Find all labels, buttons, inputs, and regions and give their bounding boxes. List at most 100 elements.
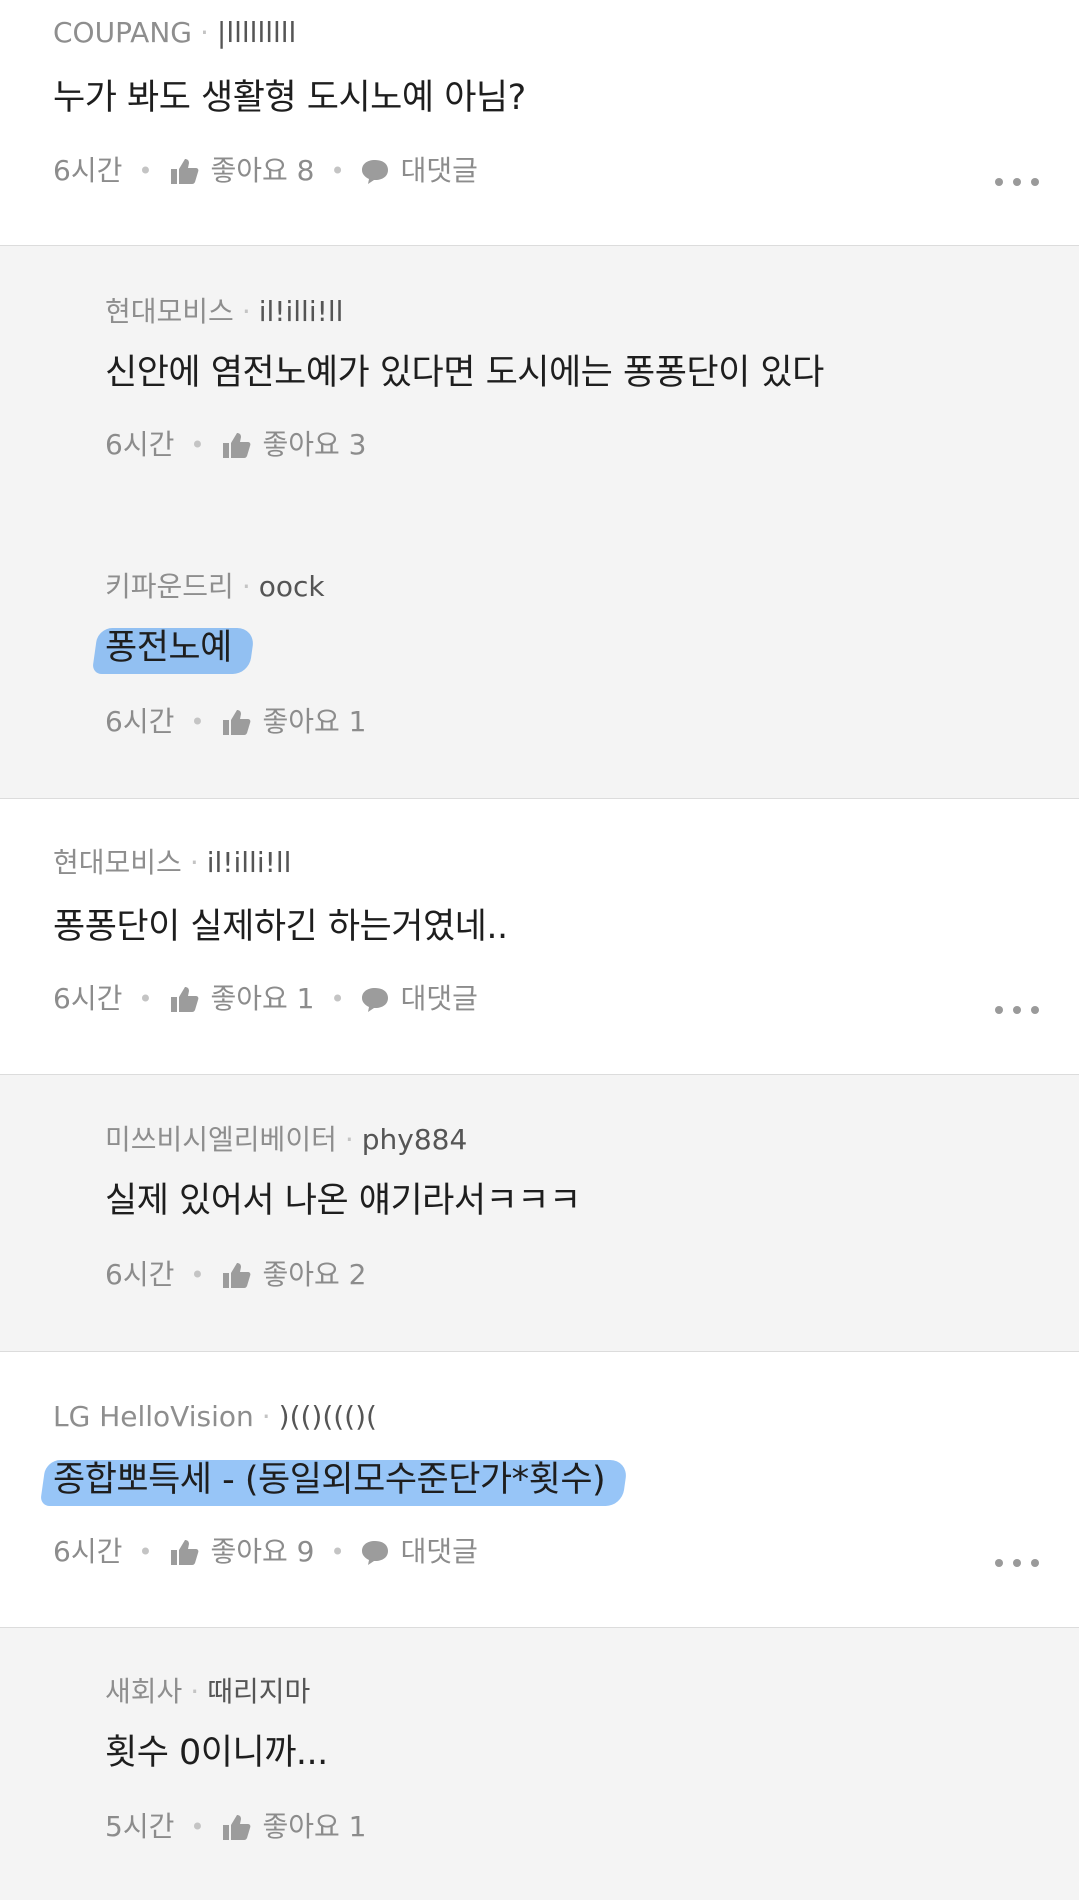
like-count: 좋아요 9 xyxy=(210,1535,315,1568)
author-company: COUPANG xyxy=(53,16,192,49)
comment-text: 실제 있어서 나온 얘기라서ㅋㅋㅋ xyxy=(105,1181,581,1221)
more-options-icon[interactable] xyxy=(995,1006,1039,1016)
comment-thread: COUPANG · |lllllllll 누가 봐도 생활형 도시노예 아님? 6시… xyxy=(0,0,1079,1900)
like-count: 좋아요 1 xyxy=(210,982,315,1015)
reply-label: 대댓글 xyxy=(400,1535,478,1568)
separator-dot: • xyxy=(138,1538,153,1566)
separator-dot: • xyxy=(330,1538,345,1566)
comment-time: 5시간 xyxy=(105,1810,175,1843)
separator-dot: • xyxy=(330,985,345,1013)
comment-item: 현대모비스 · il!illi!ll 퐁퐁단이 실제하긴 하는거였네.. 6시간 •… xyxy=(0,799,1079,1074)
thumbs-up-icon xyxy=(170,1540,198,1565)
text-highlight: 퐁전노예 xyxy=(105,628,232,668)
reply-button[interactable]: 대댓글 xyxy=(361,1535,478,1569)
comment-author[interactable]: 현대모비스 · il!illi!ll xyxy=(105,295,343,329)
like-button[interactable]: 좋아요 2 xyxy=(221,1258,367,1292)
author-nickname: oock xyxy=(258,570,325,603)
author-nickname: )(()((()( xyxy=(278,1400,377,1433)
separator-dot: • xyxy=(190,1813,205,1841)
author-nickname: il!illi!ll xyxy=(206,846,292,879)
thumbs-up-icon xyxy=(222,1263,250,1288)
separator-dot: · xyxy=(241,295,251,328)
author-nickname: |lllllllll xyxy=(216,16,297,49)
reply-button[interactable]: 대댓글 xyxy=(361,982,478,1016)
comment-item: LG HelloVision ·)(()((()( 종합뽀득세 - (동일외모수준… xyxy=(0,1352,1079,1627)
comment-actions: 6시간 • 좋아요 1 • 대댓글 xyxy=(53,982,478,1016)
thumbs-up-icon xyxy=(170,987,198,1012)
comment-time: 6시간 xyxy=(53,1535,123,1568)
like-button[interactable]: 좋아요 8 xyxy=(169,154,315,188)
reply-item: 키파운드리 · oock 퐁전노예 6시간 • 좋아요 1 xyxy=(0,522,1079,798)
separator-dot: • xyxy=(138,157,153,185)
comment-author[interactable]: 미쓰비시엘리베이터 · phy884 xyxy=(105,1123,467,1157)
author-company: 새회사 xyxy=(105,1675,183,1708)
author-company: 미쓰비시엘리베이터 xyxy=(105,1123,337,1156)
like-button[interactable]: 좋아요 1 xyxy=(169,982,315,1016)
like-button[interactable]: 좋아요 3 xyxy=(221,428,367,462)
reply-label: 대댓글 xyxy=(400,982,478,1015)
like-count: 좋아요 1 xyxy=(262,705,367,738)
like-count: 좋아요 3 xyxy=(262,428,367,461)
more-options-icon[interactable] xyxy=(995,178,1039,188)
comment-text: 종합뽀득세 - (동일외모수준단가*횟수) xyxy=(53,1458,606,1502)
thumbs-up-icon xyxy=(170,159,198,184)
like-count: 좋아요 8 xyxy=(210,154,315,187)
like-button[interactable]: 좋아요 1 xyxy=(221,1810,367,1844)
separator-dot: · xyxy=(261,1400,271,1433)
thumbs-up-icon xyxy=(222,710,250,735)
author-company: 현대모비스 xyxy=(53,846,182,879)
separator-dot: • xyxy=(190,708,205,736)
author-nickname: 때리지마 xyxy=(207,1675,311,1708)
comment-author[interactable]: 현대모비스 · il!illi!ll xyxy=(53,846,291,880)
separator-dot: · xyxy=(189,846,199,879)
author-nickname: phy884 xyxy=(361,1123,468,1156)
reply-item: 새회사 · 때리지마 횟수 0이니까... 5시간 • 좋아요 1 xyxy=(0,1628,1079,1900)
text-highlight: 종합뽀득세 - (동일외모수준단가*횟수) xyxy=(53,1460,606,1500)
reply-button[interactable]: 대댓글 xyxy=(361,154,478,188)
reply-label: 대댓글 xyxy=(400,154,478,187)
speech-bubble-icon xyxy=(361,160,388,184)
more-options-icon[interactable] xyxy=(995,1559,1039,1569)
like-count: 좋아요 2 xyxy=(262,1258,367,1291)
comment-text: 횟수 0이니까... xyxy=(105,1733,328,1773)
comment-actions: 6시간 • 좋아요 3 xyxy=(105,428,367,462)
like-button[interactable]: 좋아요 1 xyxy=(221,705,367,739)
separator-dot: · xyxy=(344,1123,354,1156)
comment-author[interactable]: 새회사 · 때리지마 xyxy=(105,1675,310,1709)
comment-actions: 5시간 • 좋아요 1 xyxy=(105,1810,367,1844)
separator-dot: · xyxy=(241,570,251,603)
comment-actions: 6시간 • 좋아요 2 xyxy=(105,1258,367,1292)
separator-dot: • xyxy=(330,157,345,185)
comment-text: 신안에 염전노예가 있다면 도시에는 퐁퐁단이 있다 xyxy=(105,353,824,393)
comment-text: 누가 봐도 생활형 도시노예 아님? xyxy=(53,78,526,118)
like-count: 좋아요 1 xyxy=(262,1810,367,1843)
thumbs-up-icon xyxy=(222,433,250,458)
comment-time: 6시간 xyxy=(105,705,175,738)
comment-text: 퐁퐁단이 실제하긴 하는거였네.. xyxy=(53,907,508,947)
comment-actions: 6시간 • 좋아요 9 • 대댓글 xyxy=(53,1535,478,1569)
comment-author[interactable]: LG HelloVision ·)(()((()( xyxy=(53,1400,377,1434)
speech-bubble-icon xyxy=(361,988,388,1012)
reply-item: 현대모비스 · il!illi!ll 신안에 염전노예가 있다면 도시에는 퐁퐁단이… xyxy=(0,246,1079,523)
author-company: LG HelloVision xyxy=(53,1400,254,1433)
speech-bubble-icon xyxy=(361,1541,388,1565)
author-nickname: il!illi!ll xyxy=(258,295,344,328)
comment-actions: 6시간 • 좋아요 1 xyxy=(105,705,367,739)
like-button[interactable]: 좋아요 9 xyxy=(169,1535,315,1569)
comment-text: 퐁전노예 xyxy=(105,626,232,670)
comment-item: COUPANG · |lllllllll 누가 봐도 생활형 도시노예 아님? 6시… xyxy=(0,0,1079,245)
thumbs-up-icon xyxy=(222,1815,250,1840)
comment-time: 6시간 xyxy=(53,154,123,187)
separator-dot: • xyxy=(138,985,153,1013)
comment-time: 6시간 xyxy=(105,428,175,461)
separator-dot: • xyxy=(190,431,205,459)
separator-dot: • xyxy=(190,1261,205,1289)
comment-actions: 6시간 • 좋아요 8 • 대댓글 xyxy=(53,154,478,188)
comment-author[interactable]: 키파운드리 · oock xyxy=(105,570,325,604)
author-company: 현대모비스 xyxy=(105,295,234,328)
separator-dot: · xyxy=(199,16,209,49)
author-company: 키파운드리 xyxy=(105,570,234,603)
comment-time: 6시간 xyxy=(53,982,123,1015)
comment-time: 6시간 xyxy=(105,1258,175,1291)
comment-author[interactable]: COUPANG · |lllllllll xyxy=(53,16,296,50)
